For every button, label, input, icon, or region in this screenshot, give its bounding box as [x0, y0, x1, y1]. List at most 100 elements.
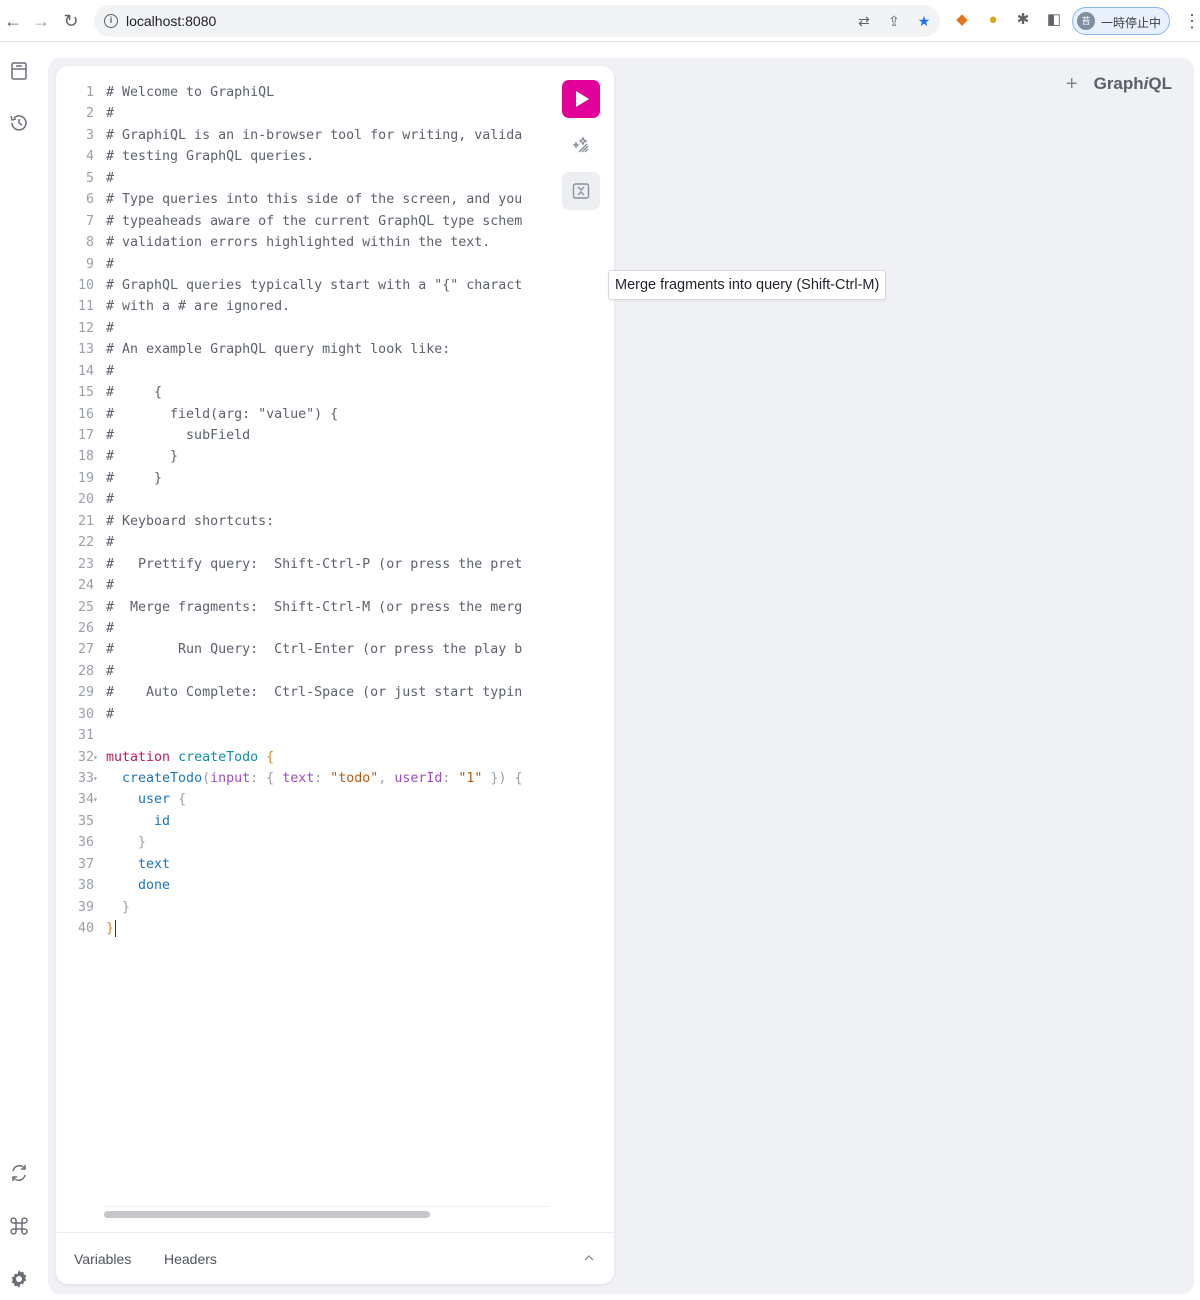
docs-explorer-icon[interactable] [8, 60, 30, 82]
code-line[interactable]: 32 ▾ mutation createTodo { [56, 747, 548, 768]
code-token: # Welcome to GraphiQL [106, 85, 275, 100]
line-number: 38 [77, 878, 94, 894]
chevron-up-icon[interactable] [582, 1251, 596, 1265]
merge-fragments-button[interactable] [562, 172, 600, 210]
fold-arrow-icon[interactable]: ▾ [93, 789, 98, 810]
line-code: # [106, 618, 114, 639]
code-token: { [266, 749, 275, 765]
code-line[interactable]: 7 # typeaheads aware of the current Graph… [56, 211, 548, 232]
code-token: { [266, 771, 275, 786]
code-line[interactable]: 33 ▾ createTodo(input: { text: "todo", us… [56, 768, 548, 789]
code-token: # GraphiQL is an in-browser tool for wri… [106, 127, 523, 143]
line-code: id [106, 811, 170, 832]
url-text[interactable]: localhost:8080 [126, 13, 216, 29]
code-line[interactable]: 27 # Run Query: Ctrl-Enter (or press the … [56, 639, 548, 660]
code-line[interactable]: 13 # An example GraphQL query might look … [56, 339, 548, 360]
code-token: : [250, 771, 259, 786]
fold-arrow-icon[interactable]: ▾ [93, 768, 98, 789]
run-query-button[interactable] [562, 80, 600, 118]
sidebar [0, 42, 40, 1300]
code-line[interactable]: 38 done [56, 875, 548, 896]
back-arrow-icon[interactable]: ← [2, 10, 24, 32]
history-icon[interactable] [8, 112, 30, 134]
share-icon[interactable]: ⇪ [886, 13, 902, 29]
code-line[interactable]: 17 # subField [56, 425, 548, 446]
code-line[interactable]: 34 ▾ user { [56, 789, 548, 810]
bowl-extension-icon[interactable]: ● [984, 11, 1002, 29]
code-line[interactable]: 1 # Welcome to GraphiQL [56, 82, 548, 103]
settings-gear-icon[interactable] [8, 1268, 30, 1290]
profile-status: 一時停止中 [1101, 16, 1162, 30]
line-number: 1 [85, 85, 94, 100]
code-line[interactable]: 29 # Auto Complete: Ctrl-Space (or just s… [56, 682, 548, 703]
code-token: mutation [106, 749, 171, 765]
code-line[interactable]: 37 text [56, 854, 548, 875]
line-code: # GraphQL queries typically start with a… [106, 275, 522, 296]
code-line[interactable]: 26 # [56, 618, 548, 639]
code-token: # [106, 663, 115, 679]
code-line[interactable]: 25 # Merge fragments: Shift-Ctrl-M (or pr… [56, 597, 548, 618]
code-line[interactable]: 30 # [56, 704, 548, 725]
code-line[interactable]: 31 [56, 725, 548, 746]
query-editor[interactable]: 1 # Welcome to GraphiQL 2 #3 # GraphiQL is a… [56, 82, 548, 1210]
address-bar[interactable]: i localhost:8080 ⇄ ⇪ ★ [94, 5, 940, 37]
site-info-icon[interactable]: i [104, 14, 118, 28]
line-code: # [106, 575, 114, 596]
code-line[interactable]: 21 # Keyboard shortcuts: [56, 511, 548, 532]
horizontal-scrollbar[interactable] [104, 1206, 548, 1218]
fold-arrow-icon[interactable]: ▾ [93, 747, 98, 768]
translate-icon[interactable]: ⇄ [856, 13, 872, 29]
code-token: done [138, 878, 171, 894]
code-line[interactable]: 10 # GraphQL queries typically start with… [56, 275, 548, 296]
line-number: 17 [77, 428, 94, 443]
code-line[interactable]: 24 # [56, 575, 548, 596]
code-line[interactable]: 19 # } [56, 468, 548, 489]
code-line[interactable]: 39 } [56, 897, 548, 918]
code-line[interactable]: 15 # { [56, 382, 548, 403]
code-line[interactable]: 6 # Type queries into this side of the sc… [56, 189, 548, 210]
code-line[interactable]: 20 # [56, 489, 548, 510]
code-line[interactable]: 28 # [56, 661, 548, 682]
tab-headers[interactable]: Headers [164, 1251, 217, 1267]
code-token: text [282, 771, 315, 786]
code-line[interactable]: 12 # [56, 318, 548, 339]
code-line[interactable]: 3 # GraphiQL is an in-browser tool for wr… [56, 125, 548, 146]
workspace: + GraphiQL 1 # Welcome to GraphiQL 2 #3 # Gr… [48, 58, 1194, 1294]
code-line[interactable]: 40} [56, 918, 548, 939]
line-code: # [106, 532, 114, 553]
bookmark-star-icon[interactable]: ★ [916, 13, 932, 29]
code-line[interactable]: 35 id [56, 811, 548, 832]
line-code: # [106, 254, 114, 275]
code-line[interactable]: 8 # validation errors highlighted within … [56, 232, 548, 253]
code-line[interactable]: 36 } [56, 832, 548, 853]
code-line[interactable]: 23 # Prettify query: Shift-Ctrl-P (or pre… [56, 554, 548, 575]
keyboard-shortcuts-icon[interactable] [8, 1215, 30, 1237]
forward-arrow-icon[interactable]: → [30, 10, 52, 32]
puzzle-extensions-icon[interactable]: ✱ [1014, 11, 1032, 29]
code-line[interactable]: 4 # testing GraphQL queries. [56, 146, 548, 167]
prettify-button[interactable] [562, 126, 600, 164]
code-line[interactable]: 18 # } [56, 446, 548, 467]
code-line[interactable]: 14 # [56, 361, 548, 382]
line-number: 10 [77, 277, 94, 293]
code-line[interactable]: 2 # [56, 103, 548, 124]
side-panel-icon[interactable]: ◧ [1045, 11, 1063, 29]
code-line[interactable]: 5 # [56, 168, 548, 189]
line-code: # field(arg: "value") { [106, 404, 338, 425]
refetch-schema-icon[interactable] [8, 1162, 30, 1184]
browser-menu-icon[interactable]: ⋮ [1183, 11, 1200, 31]
fox-extension-icon[interactable]: ◆ [953, 11, 971, 29]
scrollbar-thumb[interactable] [104, 1211, 430, 1218]
code-line[interactable]: 9 # [56, 254, 548, 275]
tab-variables[interactable]: Variables [74, 1251, 131, 1267]
reload-icon[interactable]: ↻ [60, 10, 82, 32]
line-number: 7 [85, 213, 94, 229]
code-token: } [122, 899, 131, 915]
line-number: 9 [85, 256, 94, 272]
profile-button[interactable]: 苔 一時停止中 [1072, 7, 1170, 35]
code-line[interactable]: 22 # [56, 532, 548, 553]
code-token: # Auto Complete: Ctrl-Space (or just sta… [106, 685, 523, 701]
add-tab-icon[interactable]: + [1066, 74, 1078, 94]
code-line[interactable]: 16 # field(arg: "value") { [56, 404, 548, 425]
code-line[interactable]: 11 # with a # are ignored. [56, 296, 548, 317]
